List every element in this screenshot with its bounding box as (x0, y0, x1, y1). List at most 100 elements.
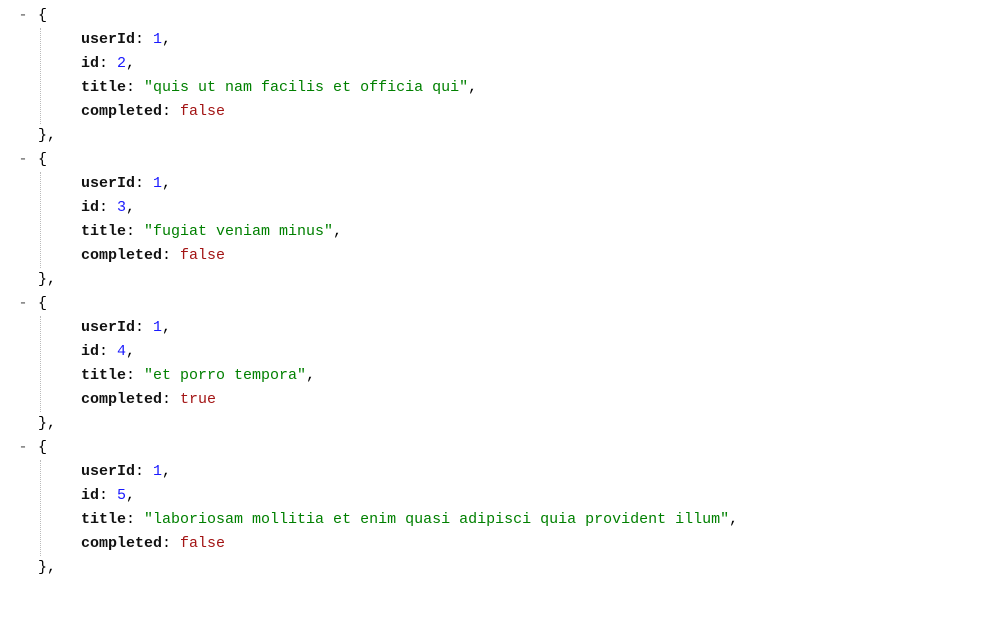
json-key: title (81, 79, 126, 96)
json-object: - { userId: 1, id: 5, title: "laboriosam… (0, 436, 988, 580)
json-key: title (81, 223, 126, 240)
json-object: - { userId: 1, id: 4, title: "et porro t… (0, 292, 988, 436)
json-colon: : (135, 319, 153, 336)
json-key: completed (81, 247, 162, 264)
json-number: 1 (153, 31, 162, 48)
json-string: "quis ut nam facilis et officia qui" (144, 79, 468, 96)
brace-open: { (38, 7, 47, 24)
json-comma: , (162, 463, 171, 480)
collapse-toggle-icon[interactable]: - (16, 292, 30, 316)
json-colon: : (126, 223, 144, 240)
json-string: "fugiat veniam minus" (144, 223, 333, 240)
json-colon: : (99, 199, 117, 216)
json-colon: : (135, 175, 153, 192)
property-line: completed: true (81, 388, 988, 412)
property-line: completed: false (81, 100, 988, 124)
json-boolean: false (180, 535, 225, 552)
property-line: completed: false (81, 532, 988, 556)
property-line: title: "fugiat veniam minus", (81, 220, 988, 244)
property-line: id: 3, (81, 196, 988, 220)
json-number: 3 (117, 199, 126, 216)
property-line: title: "quis ut nam facilis et officia q… (81, 76, 988, 100)
json-key: userId (81, 463, 135, 480)
json-object: - { userId: 1, id: 3, title: "fugiat ven… (0, 148, 988, 292)
json-comma: , (162, 319, 171, 336)
brace-close: } (38, 559, 47, 576)
json-comma: , (126, 55, 135, 72)
json-number: 4 (117, 343, 126, 360)
brace-close: } (38, 415, 47, 432)
json-boolean: false (180, 247, 225, 264)
json-boolean: false (180, 103, 225, 120)
json-comma: , (47, 559, 56, 576)
json-key: userId (81, 31, 135, 48)
json-comma: , (162, 175, 171, 192)
object-close-line: }, (0, 412, 988, 436)
object-open-line: - { (0, 148, 988, 172)
json-key: id (81, 343, 99, 360)
property-line: userId: 1, (81, 460, 988, 484)
json-colon: : (162, 391, 180, 408)
json-colon: : (126, 367, 144, 384)
json-comma: , (162, 31, 171, 48)
object-body: userId: 1, id: 5, title: "laboriosam mol… (40, 460, 988, 556)
json-colon: : (99, 55, 117, 72)
object-body: userId: 1, id: 4, title: "et porro tempo… (40, 316, 988, 412)
object-open-line: - { (0, 292, 988, 316)
brace-open: { (38, 439, 47, 456)
json-comma: , (47, 415, 56, 432)
collapse-toggle-icon[interactable]: - (16, 148, 30, 172)
property-line: userId: 1, (81, 316, 988, 340)
object-open-line: - { (0, 436, 988, 460)
json-number: 2 (117, 55, 126, 72)
json-number: 1 (153, 175, 162, 192)
property-line: userId: 1, (81, 28, 988, 52)
json-colon: : (99, 487, 117, 504)
json-key: title (81, 367, 126, 384)
json-string: "et porro tempora" (144, 367, 306, 384)
object-body: userId: 1, id: 3, title: "fugiat veniam … (40, 172, 988, 268)
property-line: id: 5, (81, 484, 988, 508)
json-number: 1 (153, 319, 162, 336)
object-close-line: }, (0, 556, 988, 580)
brace-open: { (38, 151, 47, 168)
property-line: completed: false (81, 244, 988, 268)
json-key: completed (81, 535, 162, 552)
json-comma: , (126, 343, 135, 360)
json-colon: : (135, 31, 153, 48)
brace-close: } (38, 127, 47, 144)
json-colon: : (126, 79, 144, 96)
json-comma: , (126, 487, 135, 504)
collapse-toggle-icon[interactable]: - (16, 4, 30, 28)
json-key: title (81, 511, 126, 528)
json-object: - { userId: 1, id: 2, title: "quis ut na… (0, 4, 988, 148)
json-viewer: - { userId: 1, id: 2, title: "quis ut na… (0, 4, 988, 580)
json-number: 5 (117, 487, 126, 504)
json-colon: : (99, 343, 117, 360)
json-key: completed (81, 103, 162, 120)
json-comma: , (126, 199, 135, 216)
json-key: completed (81, 391, 162, 408)
json-comma: , (333, 223, 342, 240)
json-number: 1 (153, 463, 162, 480)
object-open-line: - { (0, 4, 988, 28)
property-line: id: 4, (81, 340, 988, 364)
collapse-toggle-icon[interactable]: - (16, 436, 30, 460)
json-comma: , (47, 127, 56, 144)
json-comma: , (729, 511, 738, 528)
json-key: id (81, 487, 99, 504)
json-colon: : (135, 463, 153, 480)
json-comma: , (468, 79, 477, 96)
json-colon: : (162, 535, 180, 552)
property-line: title: "laboriosam mollitia et enim quas… (81, 508, 988, 532)
property-line: userId: 1, (81, 172, 988, 196)
json-key: userId (81, 175, 135, 192)
property-line: id: 2, (81, 52, 988, 76)
json-key: userId (81, 319, 135, 336)
brace-open: { (38, 295, 47, 312)
json-string: "laboriosam mollitia et enim quasi adipi… (144, 511, 729, 528)
brace-close: } (38, 271, 47, 288)
json-colon: : (162, 247, 180, 264)
json-key: id (81, 199, 99, 216)
json-colon: : (126, 511, 144, 528)
